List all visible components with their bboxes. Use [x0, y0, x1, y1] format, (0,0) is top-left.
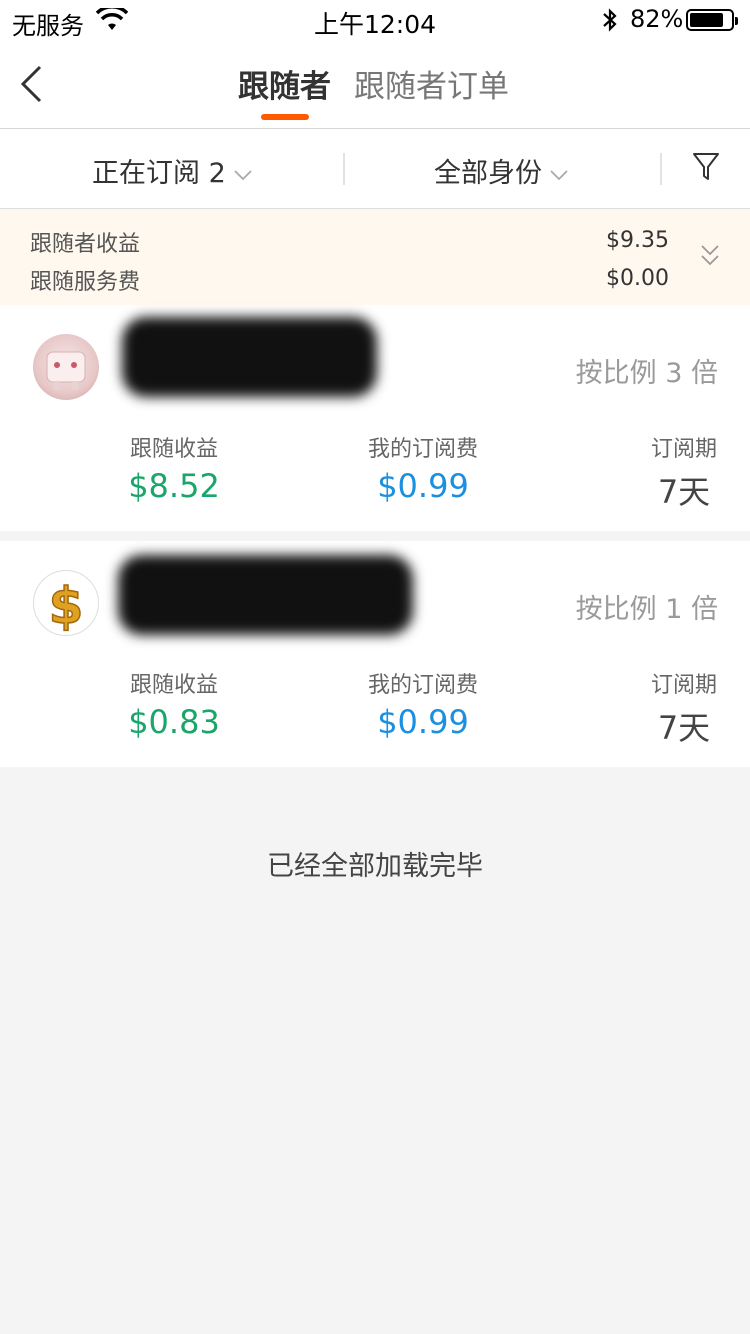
- svg-text:$: $: [49, 577, 84, 635]
- follower-card[interactable]: $ 按比例 1 倍 跟随收益 $0.83 我的订阅费 $0.99 订阅期 7天: [0, 541, 750, 767]
- bluetooth-icon: [603, 8, 617, 32]
- nav-bar: 跟随者 跟随者订单: [0, 40, 750, 129]
- fee-value: $0.00: [606, 266, 669, 291]
- subscription-filter[interactable]: 正在订阅 2: [92, 151, 252, 190]
- gold-dollar-avatar-icon: $: [48, 576, 84, 635]
- copy-ratio: 按比例 3 倍: [575, 358, 718, 389]
- subscription-period-label: 订阅期: [650, 437, 717, 462]
- avatar: [33, 334, 99, 400]
- follow-income-label: 跟随收益: [129, 673, 218, 698]
- subscription-fee-label: 我的订阅费: [367, 673, 478, 698]
- income-value: $9.35: [606, 228, 669, 253]
- subscription-period-value: 7天: [657, 709, 711, 747]
- subscription-filter-label: 正在订阅 2: [92, 158, 226, 189]
- follow-income-value: $8.52: [128, 467, 220, 505]
- filter-funnel-icon[interactable]: [692, 151, 720, 183]
- fee-label: 跟随服务费: [30, 270, 141, 295]
- subscription-fee-value: $0.99: [377, 467, 469, 505]
- follow-income-value: $0.83: [128, 703, 220, 741]
- divider: [343, 153, 345, 185]
- subscription-fee-value: $0.99: [377, 703, 469, 741]
- end-of-list-message: 已经全部加载完毕: [267, 851, 483, 882]
- subscription-fee-label: 我的订阅费: [367, 437, 478, 462]
- avatar: $: [33, 570, 99, 636]
- double-chevron-down-icon[interactable]: [700, 243, 720, 269]
- status-bar: 无服务 上午12:04 82%: [0, 0, 750, 40]
- identity-filter-label: 全部身份: [434, 158, 542, 189]
- chevron-down-icon: [550, 169, 568, 180]
- earnings-summary[interactable]: 跟随者收益 $9.35 跟随服务费 $0.00: [0, 209, 750, 305]
- redacted-username: [122, 317, 377, 397]
- subscription-period-value: 7天: [657, 473, 711, 511]
- battery-percent: 82%: [630, 5, 684, 33]
- active-tab-indicator: [261, 114, 309, 120]
- chevron-down-icon: [234, 169, 252, 180]
- follow-income-label: 跟随收益: [129, 437, 218, 462]
- tab-follower-orders[interactable]: 跟随者订单: [354, 61, 509, 106]
- divider: [660, 153, 662, 185]
- pink-robot-avatar-icon: [46, 351, 86, 390]
- copy-ratio: 按比例 1 倍: [575, 594, 718, 625]
- identity-filter[interactable]: 全部身份: [434, 151, 568, 190]
- subscription-period-label: 订阅期: [650, 673, 717, 698]
- back-arrow-icon[interactable]: [18, 64, 44, 104]
- battery-icon: [686, 9, 738, 31]
- filter-bar: 正在订阅 2 全部身份: [0, 129, 750, 209]
- follower-card[interactable]: 按比例 3 倍 跟随收益 $8.52 我的订阅费 $0.99 订阅期 7天: [0, 305, 750, 531]
- income-label: 跟随者收益: [30, 232, 141, 257]
- redacted-username: [118, 555, 413, 635]
- tab-followers[interactable]: 跟随者: [238, 61, 331, 106]
